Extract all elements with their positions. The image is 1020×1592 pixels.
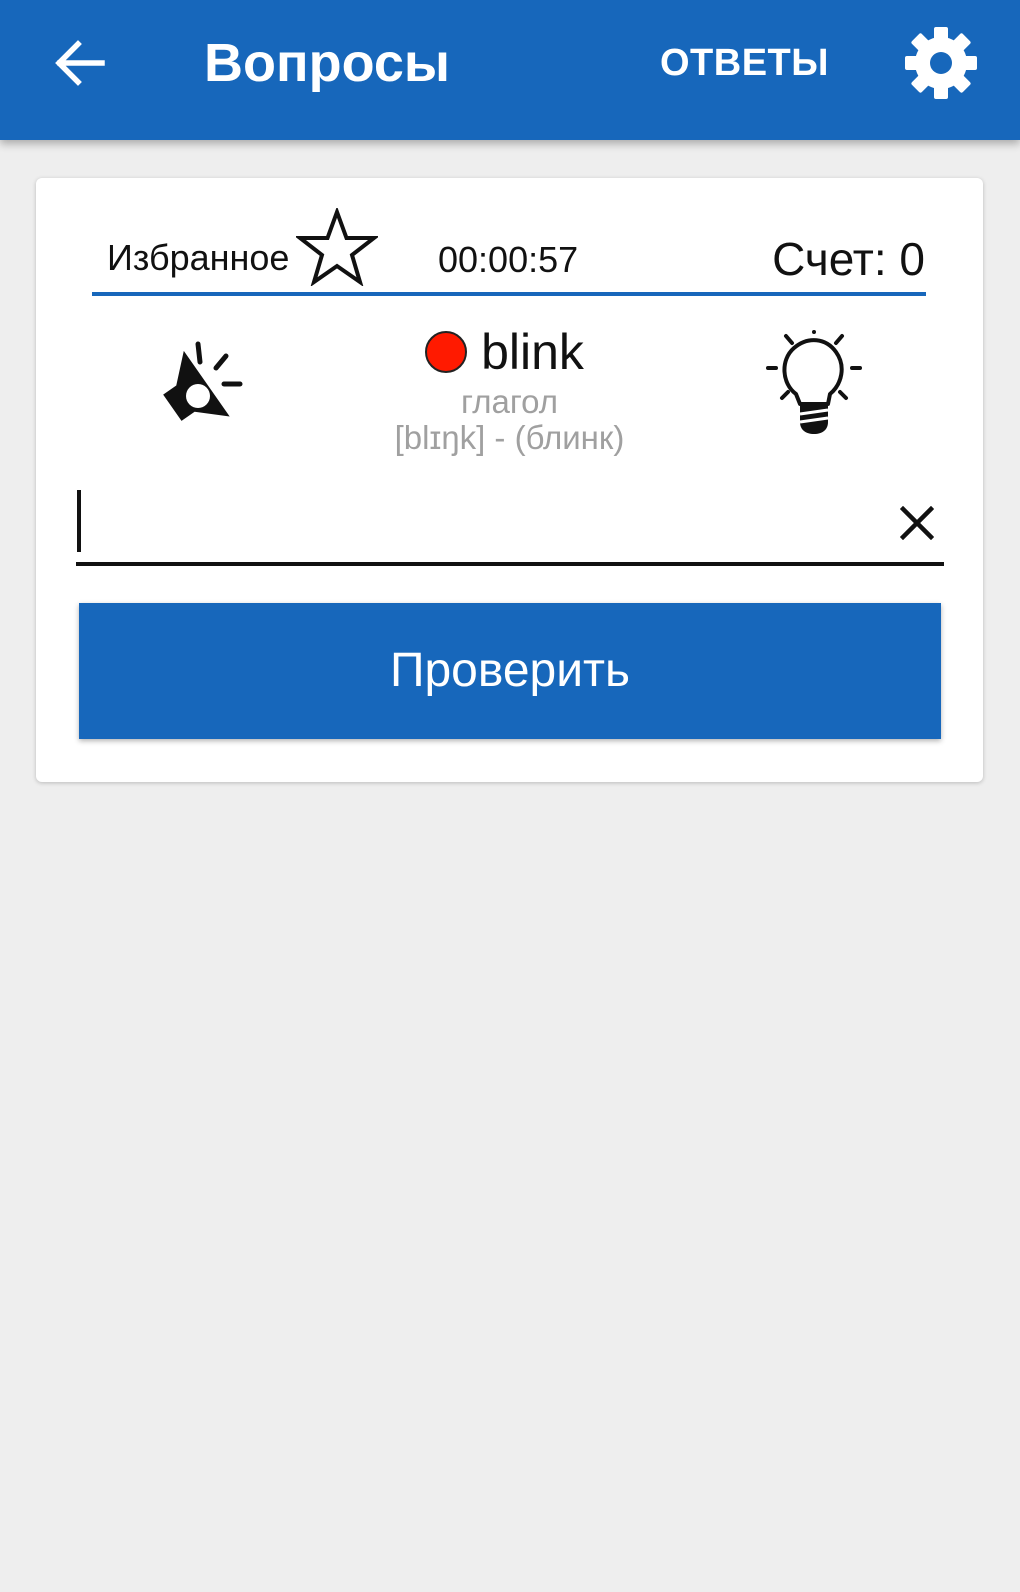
favorites-label: Избранное: [107, 237, 290, 278]
lightbulb-icon[interactable]: [764, 330, 864, 440]
answer-input[interactable]: [76, 484, 856, 562]
status-dot: [425, 331, 468, 373]
app-bar: Вопросы ОТВЕТЫ: [0, 0, 1020, 140]
close-icon: [900, 506, 934, 540]
arrow-left-icon: [55, 40, 105, 86]
page-title: Вопросы: [204, 33, 451, 93]
timer: 00:00:57: [438, 239, 579, 280]
star-outline-icon[interactable]: [296, 208, 378, 286]
question-card: Избранное 00:00:57 Счет: 0 blink глагол …: [36, 178, 983, 782]
word: blink: [481, 324, 584, 380]
check-button[interactable]: Проверить: [79, 603, 941, 739]
answer-field[interactable]: [76, 484, 944, 566]
score-label: Счет: 0: [772, 233, 925, 285]
answers-button[interactable]: ОТВЕТЫ: [660, 38, 829, 88]
settings-button[interactable]: [896, 18, 986, 108]
text-caret: [77, 490, 81, 552]
stats-divider: [92, 292, 926, 296]
back-button[interactable]: [42, 26, 116, 100]
gear-icon: [905, 27, 977, 99]
clear-button[interactable]: [892, 498, 942, 548]
